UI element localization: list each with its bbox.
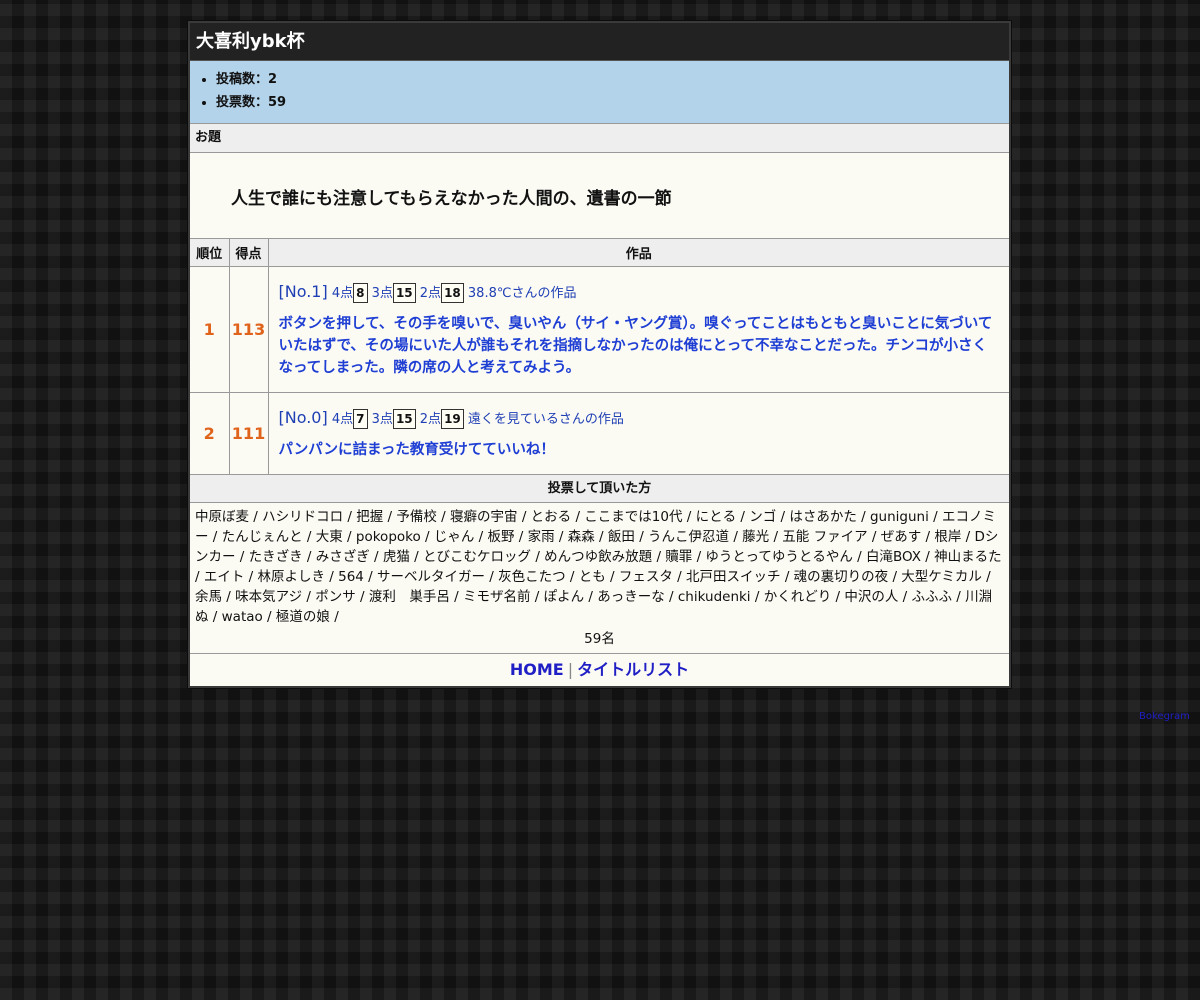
work-cell: [No.0] 4点 7 3点 15 2点 19 遠くを見ているさんの作品 パンパンに詰… bbox=[268, 392, 1009, 475]
footer-separator: | bbox=[567, 660, 574, 679]
points-3-label: 3点 bbox=[371, 285, 393, 301]
score-value: 111 bbox=[229, 392, 269, 475]
odai-text: 人生で誰にも注意してもらえなかった人間の、遺書の一節 bbox=[231, 189, 672, 209]
odai-label: お題 bbox=[190, 124, 1009, 153]
points-4-label: 4点 bbox=[331, 285, 354, 301]
work-text: ボタンを押して、その手を嗅いで、臭いやん（サイ・ヤング賞）。嗅ぐってことはもとも… bbox=[278, 315, 993, 376]
odai-box: 人生で誰にも注意してもらえなかった人間の、遺書の一節 bbox=[190, 153, 1009, 239]
credit-link[interactable]: Bokegram bbox=[1139, 711, 1190, 722]
entry-meta: [No.0] 4点 7 3点 15 2点 19 遠くを見ているさんの作品 bbox=[279, 407, 1000, 431]
author-link[interactable]: 38.8℃さんの作品 bbox=[468, 286, 577, 301]
results-table: 順位 得点 作品 1 113 [No.1] 4点 8 3点 15 2点 18 38.8… bbox=[190, 239, 1009, 475]
points-3-count: 15 bbox=[392, 283, 416, 303]
author-link[interactable]: 遠くを見ているさんの作品 bbox=[468, 412, 624, 427]
table-row: 1 113 [No.1] 4点 8 3点 15 2点 18 38.8℃さんの作品 ボタ… bbox=[190, 266, 1009, 393]
work-cell: [No.1] 4点 8 3点 15 2点 18 38.8℃さんの作品 ボタンを押して、… bbox=[268, 266, 1009, 393]
points-3-label: 3点 bbox=[371, 411, 393, 427]
points-2-label: 2点 bbox=[419, 411, 442, 427]
points-4-count: 7 bbox=[353, 409, 368, 429]
entry-number: [No.1] bbox=[278, 281, 328, 301]
voters-list: 中原ぼ麦 / ハシリドコロ / 把握 / 予備校 / 寝癖の宇宙 / とおる /… bbox=[195, 509, 1002, 625]
rank-value: 1 bbox=[190, 266, 230, 393]
points-2-count: 19 bbox=[441, 409, 464, 429]
score-value: 113 bbox=[229, 266, 269, 393]
points-2-label: 2点 bbox=[419, 285, 442, 301]
points-2-count: 18 bbox=[441, 283, 464, 303]
results-header-row: 順位 得点 作品 bbox=[190, 239, 1009, 267]
voters-label: 投票して頂いた方 bbox=[190, 475, 1009, 503]
points-4-count: 8 bbox=[353, 283, 368, 303]
footer-nav: HOME | タイトルリスト bbox=[190, 654, 1009, 686]
stats-list: 投稿数：2 投票数：59 bbox=[190, 61, 1009, 124]
vote-count: 投票数：59 bbox=[216, 91, 1009, 114]
entry-meta: [No.1] 4点 8 3点 15 2点 18 38.8℃さんの作品 bbox=[279, 281, 1000, 305]
points-4-label: 4点 bbox=[331, 411, 354, 427]
entry-number: [No.0] bbox=[278, 407, 328, 427]
voter-count: 59名 bbox=[190, 627, 1009, 654]
rank-value: 2 bbox=[190, 392, 230, 475]
score-header: 得点 bbox=[229, 239, 269, 267]
home-link[interactable]: HOME bbox=[510, 660, 564, 679]
table-row: 2 111 [No.0] 4点 7 3点 15 2点 19 遠くを見ているさんの作品 … bbox=[190, 392, 1009, 475]
work-header: 作品 bbox=[268, 239, 1009, 267]
main-panel: 大喜利ybk杯 投稿数：2 投票数：59 お題 人生で誰にも注意してもらえなかっ… bbox=[188, 21, 1011, 688]
rank-header: 順位 bbox=[190, 239, 230, 267]
post-count: 投稿数：2 bbox=[216, 68, 1009, 91]
points-3-count: 15 bbox=[392, 409, 416, 429]
page-title: 大喜利ybk杯 bbox=[190, 23, 1009, 61]
work-text: パンパンに詰まった教育受けてていいね！ bbox=[278, 441, 555, 458]
title-list-link[interactable]: タイトルリスト bbox=[577, 660, 689, 679]
